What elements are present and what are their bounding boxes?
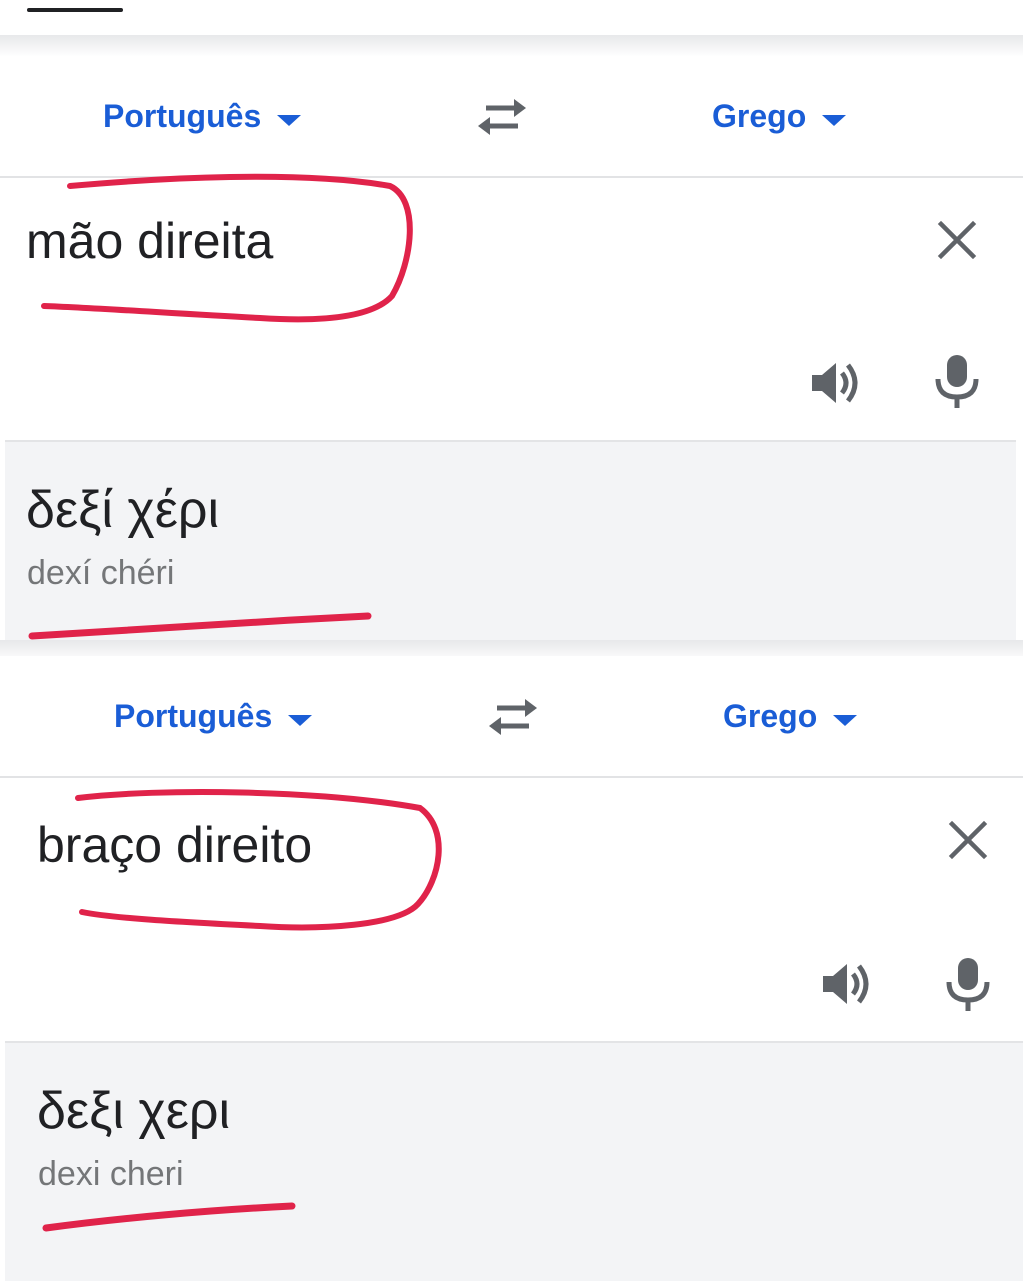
close-icon [948, 820, 988, 860]
language-bar: Português Grego [0, 656, 1023, 778]
panel-divider [0, 35, 1023, 57]
close-icon [937, 220, 977, 260]
caret-down-icon [288, 714, 313, 726]
translation-text: δεξί χέρι [26, 481, 220, 539]
speaker-icon [812, 363, 858, 403]
caret-down-icon [822, 114, 847, 126]
translation-output-area: δεξί χέρι dexí chéri [5, 440, 1016, 642]
listen-button[interactable] [819, 956, 875, 1012]
source-text[interactable]: mão direita [26, 212, 273, 270]
target-language-button[interactable]: Grego [712, 56, 847, 176]
source-language-label: Português [103, 97, 262, 134]
listen-button[interactable] [808, 355, 864, 411]
target-language-button[interactable]: Grego [723, 656, 858, 776]
source-language-button[interactable]: Português [114, 656, 313, 776]
clear-button[interactable] [946, 818, 990, 862]
swap-arrows-icon [489, 699, 537, 735]
source-text[interactable]: braço direito [37, 816, 312, 874]
source-input-area[interactable]: mão direita [0, 178, 1023, 441]
swap-languages-button[interactable] [472, 94, 532, 140]
microphone-icon [946, 958, 990, 1011]
transliteration-text: dexí chéri [27, 554, 175, 592]
source-input-area[interactable]: braço direito [0, 778, 1023, 1041]
voice-input-button[interactable] [929, 353, 985, 409]
swap-arrows-icon [478, 99, 526, 135]
translation-panel-2: Português Grego braço direito δεξι χερι … [0, 640, 1023, 1281]
swap-languages-button[interactable] [483, 694, 543, 740]
translation-panel-1: Português Grego mão direita δεξί χέρι de… [0, 0, 1023, 650]
microphone-icon [935, 355, 979, 408]
source-language-label: Português [114, 697, 273, 734]
language-bar: Português Grego [0, 56, 1023, 178]
speaker-icon [823, 964, 869, 1004]
caret-down-icon [833, 714, 858, 726]
clear-button[interactable] [935, 218, 979, 262]
target-language-label: Grego [723, 697, 818, 734]
target-language-label: Grego [712, 97, 807, 134]
source-language-button[interactable]: Português [103, 56, 302, 176]
caret-down-icon [277, 114, 302, 126]
translation-output-area: δεξι χερι dexi cheri [5, 1041, 1023, 1281]
translation-text: δεξι χερι [37, 1082, 231, 1140]
voice-input-button[interactable] [940, 956, 996, 1012]
transliteration-text: dexi cheri [38, 1155, 184, 1193]
